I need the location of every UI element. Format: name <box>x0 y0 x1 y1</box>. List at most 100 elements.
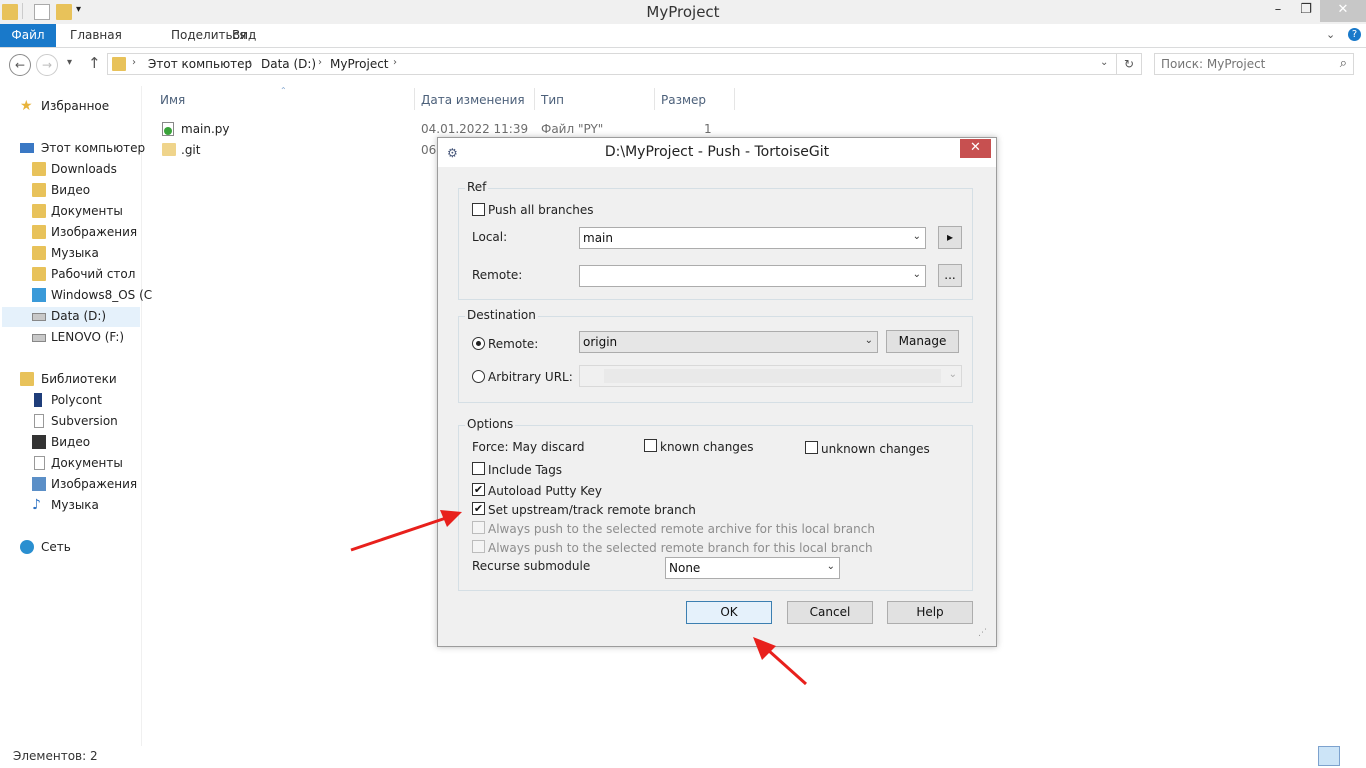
music-folder-icon <box>32 246 46 260</box>
table-row[interactable]: .git 06. <box>160 140 440 160</box>
options-group-label: Options <box>465 417 516 431</box>
include-tags-checkbox[interactable] <box>472 462 485 475</box>
breadcrumb-separator[interactable]: › <box>132 57 136 68</box>
recent-locations-icon[interactable]: ▾ <box>67 57 72 68</box>
breadcrumb-separator[interactable]: › <box>248 57 252 68</box>
table-row[interactable]: main.py 04.01.2022 11:39 Файл "PY" 1 КБ <box>160 119 721 150</box>
chevron-down-icon: ⌄ <box>948 369 957 380</box>
libraries-icon <box>20 372 34 386</box>
remote-radio[interactable] <box>472 337 485 350</box>
up-button[interactable]: ↑ <box>88 54 101 72</box>
always-push-branch-checkbox[interactable] <box>472 540 485 553</box>
back-button[interactable]: ← <box>9 54 31 76</box>
arbitrary-url-radio[interactable] <box>472 370 485 383</box>
details-view-icon[interactable] <box>1318 746 1340 766</box>
ribbon-expand-icon[interactable]: ⌄ <box>1326 28 1335 41</box>
recurse-submodule-combo[interactable]: None ⌄ <box>665 557 840 579</box>
tab-home[interactable]: Главная <box>58 24 134 47</box>
dialog-titlebar: ⚙ D:\MyProject - Push - TortoiseGit ✕ <box>438 138 996 167</box>
arrow-shaft <box>766 648 808 686</box>
known-changes-label[interactable]: known changes <box>660 440 754 454</box>
breadcrumb-data-d[interactable]: Data (D:) <box>261 57 316 71</box>
always-push-archive-label[interactable]: Always push to the selected remote archi… <box>488 522 875 536</box>
always-push-branch-label[interactable]: Always push to the selected remote branc… <box>488 541 873 555</box>
tab-view[interactable]: Вид <box>220 24 268 47</box>
search-icon[interactable]: ⌕ <box>1340 56 1347 71</box>
large-icons-view-icon[interactable] <box>1343 746 1363 766</box>
local-branch-value: main <box>583 231 613 245</box>
breadcrumb-separator[interactable]: › <box>318 57 322 68</box>
computer-icon <box>20 143 34 153</box>
git-status-ok-icon <box>164 127 172 135</box>
push-all-branches-label[interactable]: Push all branches <box>488 203 594 217</box>
include-tags-label[interactable]: Include Tags <box>488 463 562 477</box>
set-upstream-label[interactable]: Set upstream/track remote branch <box>488 503 696 517</box>
maximize-button[interactable]: ❐ <box>1292 0 1320 22</box>
downloads-folder-icon <box>32 162 46 176</box>
local-branch-menu-button[interactable]: ▸ <box>938 226 962 249</box>
push-all-branches-checkbox[interactable] <box>472 203 485 216</box>
column-header-type[interactable]: Тип <box>541 93 564 107</box>
local-branch-combo[interactable]: main ⌄ <box>579 227 926 249</box>
forward-button[interactable]: → <box>36 54 58 76</box>
unknown-changes-label[interactable]: unknown changes <box>821 442 930 456</box>
options-group: Options Force: May discard known changes… <box>458 417 973 591</box>
column-header-date[interactable]: Дата изменения <box>421 93 525 107</box>
dialog-close-button[interactable]: ✕ <box>960 139 991 158</box>
arbitrary-url-combo[interactable]: ⌄ <box>579 365 962 387</box>
column-divider[interactable] <box>414 88 415 110</box>
url-field-area <box>604 369 941 383</box>
videos-folder-icon <box>32 183 46 197</box>
cancel-button[interactable]: Cancel <box>787 601 873 624</box>
help-icon[interactable]: ? <box>1348 28 1361 41</box>
minimize-button[interactable]: – <box>1264 0 1292 22</box>
always-push-archive-checkbox[interactable] <box>472 521 485 534</box>
column-divider[interactable] <box>654 88 655 110</box>
close-window-button[interactable]: ✕ <box>1320 0 1366 22</box>
breadcrumb-this-pc[interactable]: Этот компьютер <box>148 57 252 71</box>
autoload-putty-checkbox[interactable]: ✔ <box>472 483 485 496</box>
address-dropdown-icon[interactable]: ⌄ <box>1100 57 1108 68</box>
help-button[interactable]: Help <box>887 601 973 624</box>
autoload-putty-label[interactable]: Autoload Putty Key <box>488 484 602 498</box>
force-label: Force: May discard <box>472 440 585 454</box>
remote-branch-combo[interactable]: ⌄ <box>579 265 926 287</box>
navigation-pane: ★ Избранное Этот компьютер Downloads Вид… <box>0 86 152 746</box>
resize-grip-icon[interactable]: ⋰ <box>978 628 987 638</box>
drive-icon <box>32 313 46 321</box>
search-input[interactable] <box>1161 56 1331 72</box>
remote-radio-label[interactable]: Remote: <box>488 337 538 351</box>
window-title: MyProject <box>646 3 720 21</box>
remote-branch-browse-button[interactable]: ... <box>938 264 962 287</box>
column-divider[interactable] <box>734 88 735 110</box>
column-divider[interactable] <box>534 88 535 110</box>
destination-group-label: Destination <box>465 308 538 322</box>
star-icon: ★ <box>20 98 33 114</box>
refresh-button[interactable]: ↻ <box>1116 53 1142 75</box>
breadcrumb-myproject[interactable]: MyProject <box>330 57 389 71</box>
column-header-size[interactable]: Размер <box>661 93 706 107</box>
ref-group-label: Ref <box>465 180 489 194</box>
set-upstream-checkbox[interactable]: ✔ <box>472 502 485 515</box>
breadcrumb-separator[interactable]: › <box>393 57 397 68</box>
chevron-down-icon: ⌄ <box>912 231 921 242</box>
known-changes-checkbox[interactable] <box>644 439 657 452</box>
file-type: Файл "PY" <box>541 122 604 136</box>
window-titlebar: ▾ MyProject – ❐ ✕ <box>0 0 1366 24</box>
drive-icon <box>32 334 46 342</box>
column-header-name[interactable]: Имя <box>160 93 185 107</box>
search-box[interactable]: ⌕ <box>1154 53 1354 75</box>
library-icon <box>34 393 42 407</box>
ok-button[interactable]: OK <box>686 601 772 624</box>
tab-file[interactable]: Файл <box>0 24 56 47</box>
remote-branch-label: Remote: <box>472 268 523 282</box>
address-bar[interactable]: › Этот компьютер › Data (D:) › MyProject… <box>107 53 1117 75</box>
remote-combo[interactable]: origin ⌄ <box>579 331 878 353</box>
document-icon <box>34 456 45 470</box>
arbitrary-url-label[interactable]: Arbitrary URL: <box>488 370 573 384</box>
unknown-changes-checkbox[interactable] <box>805 441 818 454</box>
film-icon <box>32 435 46 449</box>
file-name: main.py <box>181 122 230 136</box>
folder-icon <box>112 57 126 71</box>
manage-button[interactable]: Manage <box>886 330 959 353</box>
